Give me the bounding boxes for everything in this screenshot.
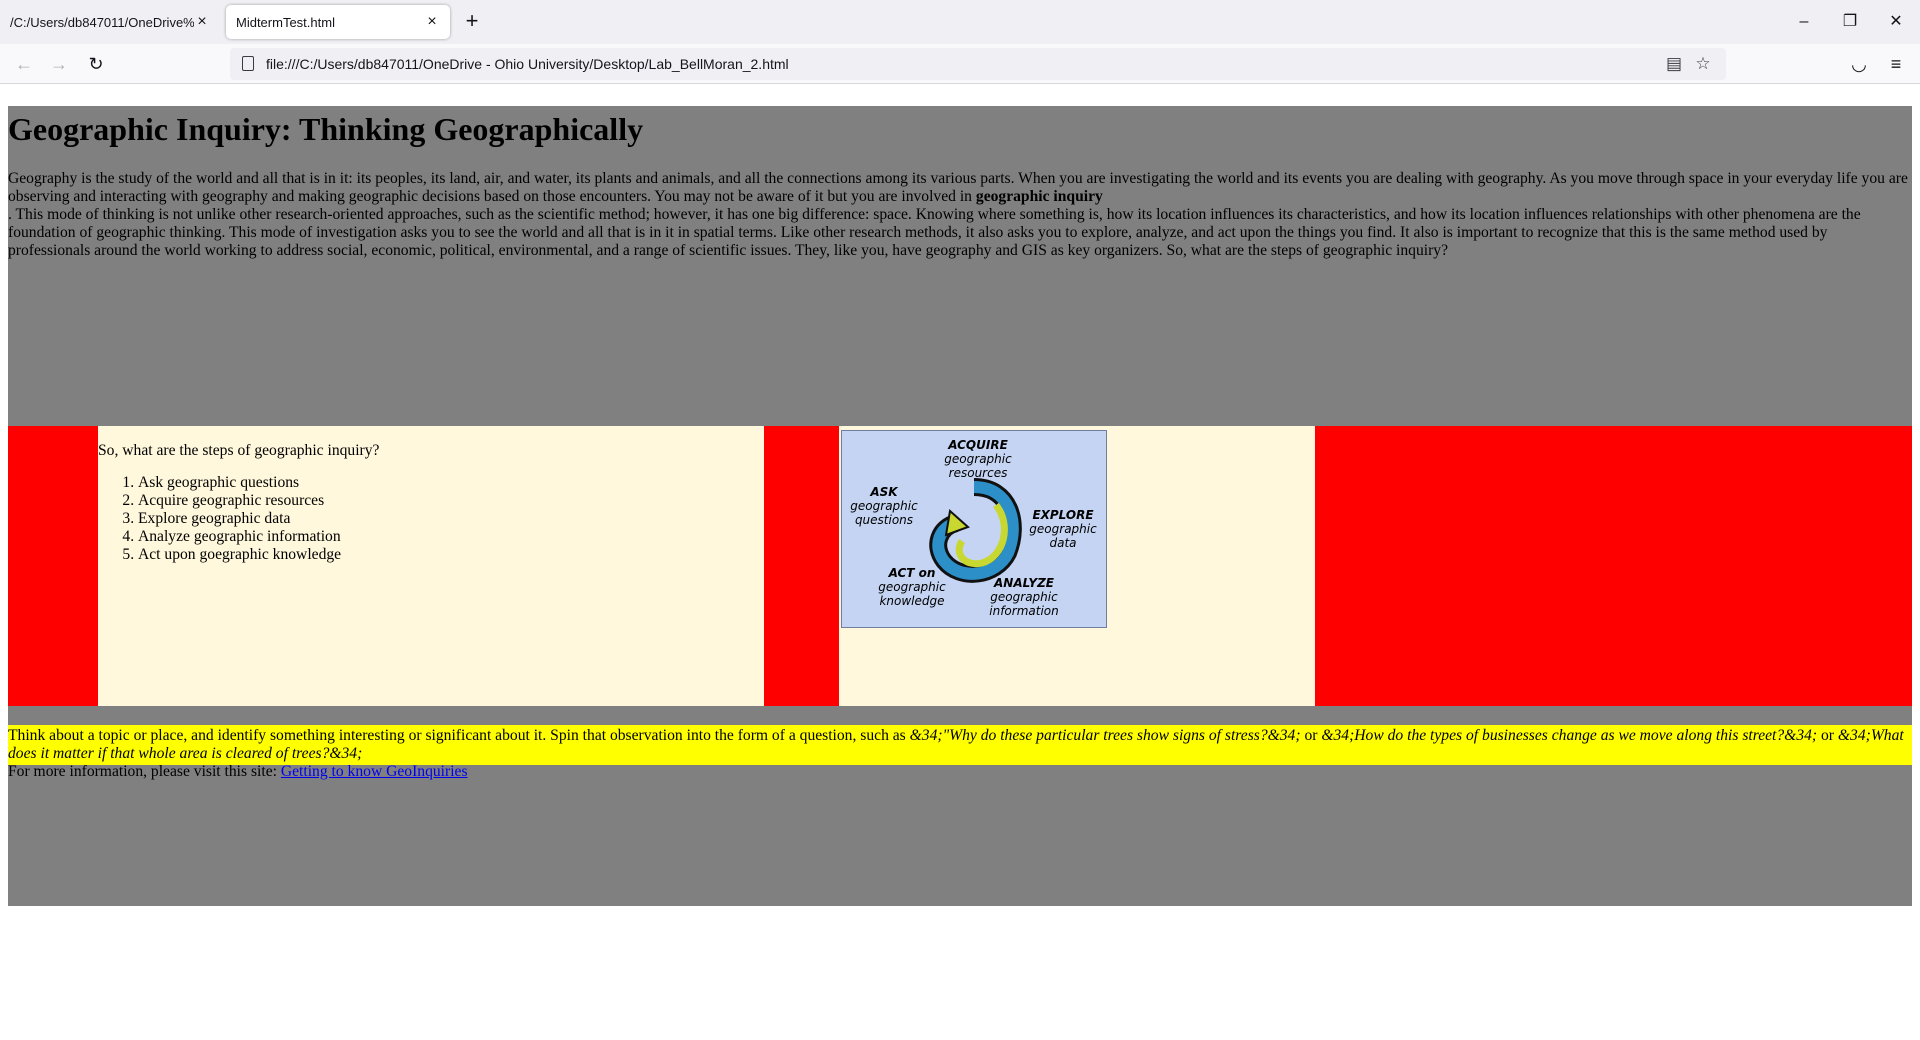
diagram-label-acquire: ACQUIRE (947, 438, 1008, 452)
diagram-label: geographic (990, 590, 1058, 604)
browser-tab-bar: /C:/Users/db847011/OneDrive%20-%20O × Mi… (0, 0, 1920, 44)
diagram-label: questions (855, 513, 913, 527)
steps-list: Ask geographic questions Acquire geograp… (98, 474, 341, 564)
forward-arrow-icon[interactable]: → (45, 50, 73, 78)
close-icon[interactable]: × (194, 13, 210, 31)
address-bar[interactable]: file:///C:/Users/db847011/OneDrive - Ohi… (230, 48, 1726, 80)
cycle-arrow-yellow (955, 502, 1008, 568)
reader-view-icon[interactable]: ▤ (1662, 52, 1686, 76)
list-item: Ask geographic questions (138, 474, 341, 492)
geoinquiries-link[interactable]: Getting to know GeoInquiries (281, 763, 468, 780)
more-info-line: For more information, please visit this … (8, 763, 468, 781)
intro-paragraph: Geography is the study of the world and … (8, 170, 1912, 260)
diagram-label-analyze: ANALYZE (993, 576, 1055, 590)
list-item: Analyze geographic information (138, 528, 341, 546)
page-icon (242, 56, 254, 71)
diagram-label: geographic (1029, 522, 1097, 536)
close-icon[interactable]: × (424, 13, 440, 31)
instructions-text: Think about a topic or place, and identi… (8, 727, 910, 744)
star-icon[interactable]: ☆ (1691, 52, 1715, 76)
close-window-icon[interactable]: ✕ (1876, 8, 1916, 36)
diagram-label: resources (949, 466, 1008, 480)
tab-title: MidtermTest.html (236, 14, 335, 30)
intro-text-end: . This mode of thinking is not unlike ot… (8, 206, 1861, 259)
connector-text: or (1300, 727, 1322, 744)
list-item: Explore geographic data (138, 510, 341, 528)
url-text[interactable]: file:///C:/Users/db847011/OneDrive - Ohi… (266, 48, 789, 80)
minimize-icon[interactable]: – (1784, 8, 1824, 36)
list-item: Act upon goegraphic knowledge (138, 546, 341, 564)
new-tab-button[interactable]: + (460, 10, 484, 34)
cycle-arrowhead (944, 509, 970, 537)
diagram-label: data (1049, 536, 1076, 550)
connector-text: or (1817, 727, 1838, 744)
example-question: &34;"Why do these particular trees show … (909, 727, 1301, 744)
list-item: Acquire geographic resources (138, 492, 341, 510)
restore-icon[interactable]: ❐ (1830, 8, 1870, 36)
diagram-label-explore: EXPLORE (1032, 508, 1094, 522)
steps-box: So, what are the steps of geographic inq… (98, 426, 764, 706)
diagram-label: geographic (944, 452, 1012, 466)
geographic-inquiry-diagram: ACQUIRE geographic resources ASK geograp… (841, 430, 1107, 628)
hamburger-menu-icon[interactable]: ≡ (1882, 50, 1910, 78)
page-title: Geographic Inquiry: Thinking Geographica… (8, 111, 644, 147)
more-info-label: For more information, please visit this … (8, 763, 281, 780)
diagram-label-ask: ASK (869, 485, 899, 499)
diagram-label: information (989, 604, 1058, 618)
red-band: So, what are the steps of geographic inq… (8, 426, 1912, 706)
browser-tab-active[interactable]: MidtermTest.html × (226, 5, 450, 39)
diagram-label: knowledge (879, 594, 944, 608)
steps-question: So, what are the steps of geographic inq… (98, 442, 380, 459)
page-body: Geographic Inquiry: Thinking Geographica… (8, 106, 1912, 906)
browser-tab[interactable]: /C:/Users/db847011/OneDrive%20-%20O × (0, 5, 220, 39)
highlighted-instructions: Think about a topic or place, and identi… (8, 725, 1912, 765)
browser-nav-bar: ← → ↻ file:///C:/Users/db847011/OneDrive… (0, 44, 1920, 84)
intro-text-start: Geography is the study of the world and … (8, 170, 1908, 205)
reload-icon[interactable]: ↻ (82, 50, 110, 78)
diagram-label: geographic (878, 580, 946, 594)
intro-bold-term: geographic inquiry (975, 188, 1103, 205)
tab-title: /C:/Users/db847011/OneDrive%20-%20O (10, 14, 194, 30)
back-arrow-icon[interactable]: ← (10, 50, 38, 78)
image-box: ACQUIRE geographic resources ASK geograp… (839, 426, 1315, 706)
diagram-label-act: ACT on (888, 566, 936, 580)
pocket-icon[interactable]: ◡ (1845, 50, 1873, 78)
diagram-label: geographic (850, 499, 918, 513)
example-question: &34;How do the types of businesses chang… (1321, 727, 1818, 744)
intro-section: Geographic Inquiry: Thinking Geographica… (8, 106, 1912, 426)
inquiry-cycle-graphic: ACQUIRE geographic resources ASK geograp… (850, 438, 1097, 618)
